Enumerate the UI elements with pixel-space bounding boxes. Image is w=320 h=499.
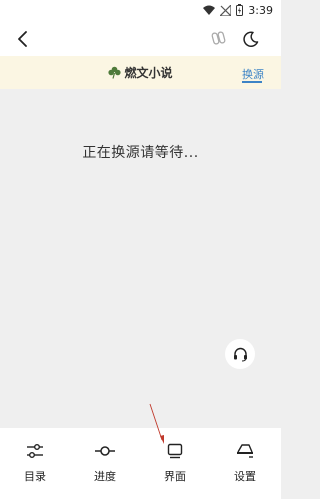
bottom-nav: 目录 进度 界面 设置 xyxy=(0,428,281,499)
nav-item-progress[interactable]: 进度 xyxy=(80,428,130,499)
reading-content: 正在换源请等待... xyxy=(0,89,281,428)
moon-icon xyxy=(243,31,259,47)
headset-icon xyxy=(233,347,247,362)
battery-icon xyxy=(236,4,244,16)
progress-icon xyxy=(95,441,115,461)
source-bar: 燃文小说 换源 xyxy=(0,56,281,89)
status-bar: 3:39 xyxy=(0,0,281,20)
book-title: 燃文小说 xyxy=(124,66,173,80)
no-signal-icon xyxy=(220,4,232,16)
top-bar xyxy=(0,20,281,56)
clover-icon xyxy=(108,66,122,79)
clip-icon xyxy=(211,31,226,45)
chevron-left-icon xyxy=(18,31,27,47)
settings-icon xyxy=(235,441,255,461)
clip-button[interactable] xyxy=(208,28,230,50)
book-source-title: 燃文小说 xyxy=(0,64,281,81)
nav-item-toc[interactable]: 目录 xyxy=(10,428,60,499)
nav-label: 目录 xyxy=(24,470,46,483)
wifi-icon xyxy=(203,5,216,15)
switch-source-button[interactable]: 换源 xyxy=(242,66,264,82)
display-icon xyxy=(165,441,185,461)
nav-label: 设置 xyxy=(234,470,256,483)
toc-icon xyxy=(25,441,45,461)
status-time: 3:39 xyxy=(248,3,273,17)
nav-label: 进度 xyxy=(94,470,116,483)
night-mode-button[interactable] xyxy=(240,28,262,50)
audio-read-button[interactable] xyxy=(225,339,255,369)
loading-message: 正在换源请等待... xyxy=(82,145,199,161)
nav-label: 界面 xyxy=(164,470,186,483)
switch-source-underline xyxy=(242,81,262,83)
nav-item-display[interactable]: 界面 xyxy=(150,428,200,499)
back-button[interactable] xyxy=(12,28,34,50)
nav-item-settings[interactable]: 设置 xyxy=(220,428,270,499)
